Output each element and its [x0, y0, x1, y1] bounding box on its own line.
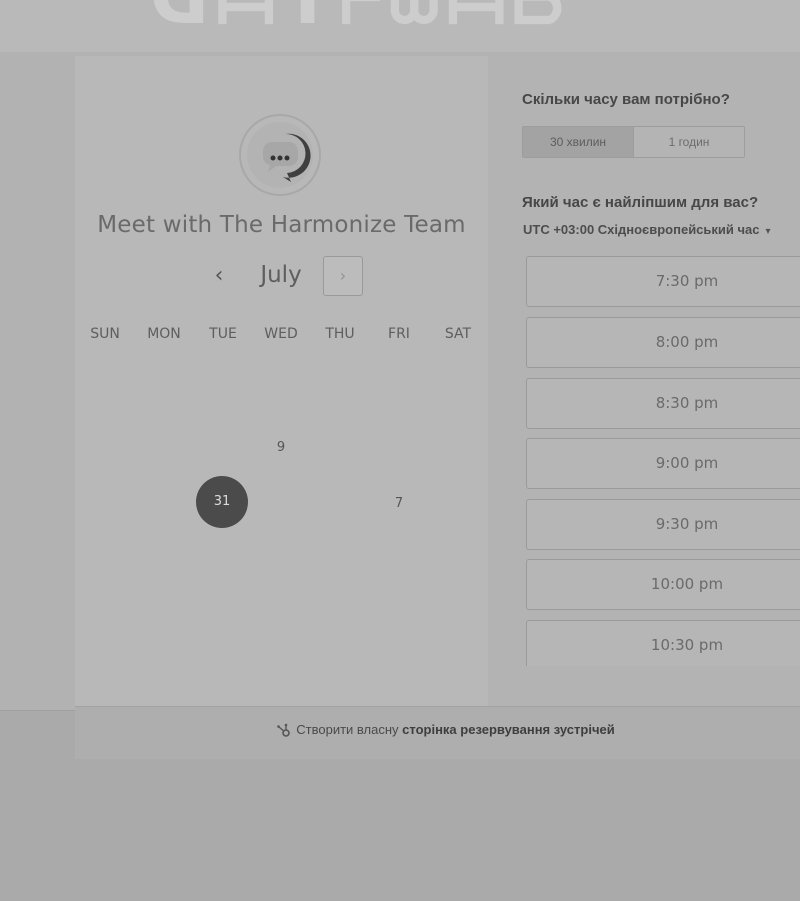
time-slot[interactable]: 9:30 pm: [526, 499, 800, 550]
time-slot[interactable]: 8:30 pm: [526, 378, 800, 429]
top-banner: ᗡᗩYᖴᗯᗩᗷ: [0, 0, 800, 53]
avatar: [239, 114, 321, 196]
time-question: Який час є найліпшим для вас?: [522, 194, 759, 211]
calendar-day[interactable]: 7: [384, 496, 414, 511]
weekday-sat: SAT: [444, 326, 472, 342]
time-slot[interactable]: 9:00 pm: [526, 438, 800, 489]
time-slot[interactable]: 10:30 pm: [526, 620, 800, 666]
weekday-wed: WED: [264, 326, 298, 342]
time-slot-label: 9:30 pm: [655, 515, 719, 533]
footer-link[interactable]: сторінка резервування зустрічей: [402, 722, 615, 737]
footer-promo: Створити власну сторінка резервування зу…: [75, 722, 800, 739]
time-slot-label: 10:30 pm: [650, 636, 724, 654]
hubspot-sprocket-icon: [277, 723, 291, 737]
meeting-title: Meet with The Harmonize Team: [97, 212, 466, 238]
time-slot-label: 8:00 pm: [655, 333, 719, 351]
duration-question: Скільки часу вам потрібно?: [522, 91, 730, 108]
month-label: July: [260, 262, 302, 288]
weekday-mon: MON: [147, 326, 181, 342]
banner-decoration: ᗡᗩYᖴᗯᗩᗷ: [150, 0, 570, 42]
duration-selector: 30 хвилин 1 годин: [522, 126, 745, 158]
weekday-thu: THU: [325, 326, 355, 342]
chevron-down-icon: ▾: [765, 226, 771, 237]
weekday-fri: FRI: [388, 326, 410, 342]
time-slot-label: 9:00 pm: [655, 454, 719, 472]
timezone-label: UTC +03:00 Східноєвропейський час: [523, 222, 760, 237]
time-slot-label: 8:30 pm: [655, 394, 719, 412]
prev-month-button[interactable]: ‹: [206, 262, 232, 292]
calendar-day[interactable]: 9: [266, 440, 296, 455]
duration-option-30min[interactable]: 30 хвилин: [523, 127, 634, 157]
duration-option-1hour[interactable]: 1 годин: [634, 127, 744, 157]
time-slot[interactable]: 10:00 pm: [526, 559, 800, 610]
time-slot-label: 10:00 pm: [650, 575, 724, 593]
footer-prefix: Створити власну: [296, 722, 399, 737]
next-month-button[interactable]: ›: [323, 256, 363, 296]
time-slot-label: 7:30 pm: [655, 272, 719, 290]
timezone-select[interactable]: UTC +03:00 Східноєвропейський час ▾: [523, 222, 800, 237]
weekday-sun: SUN: [90, 326, 120, 342]
time-slot[interactable]: 7:30 pm: [526, 256, 800, 307]
time-slot-list[interactable]: 7:30 pm 8:00 pm 8:30 pm 9:00 pm 9:30 pm …: [526, 256, 800, 666]
chat-bubble-icon: [247, 122, 313, 188]
calendar-day-selected[interactable]: 31: [196, 476, 248, 528]
weekday-tue: TUE: [209, 326, 237, 342]
time-slot[interactable]: 8:00 pm: [526, 317, 800, 368]
